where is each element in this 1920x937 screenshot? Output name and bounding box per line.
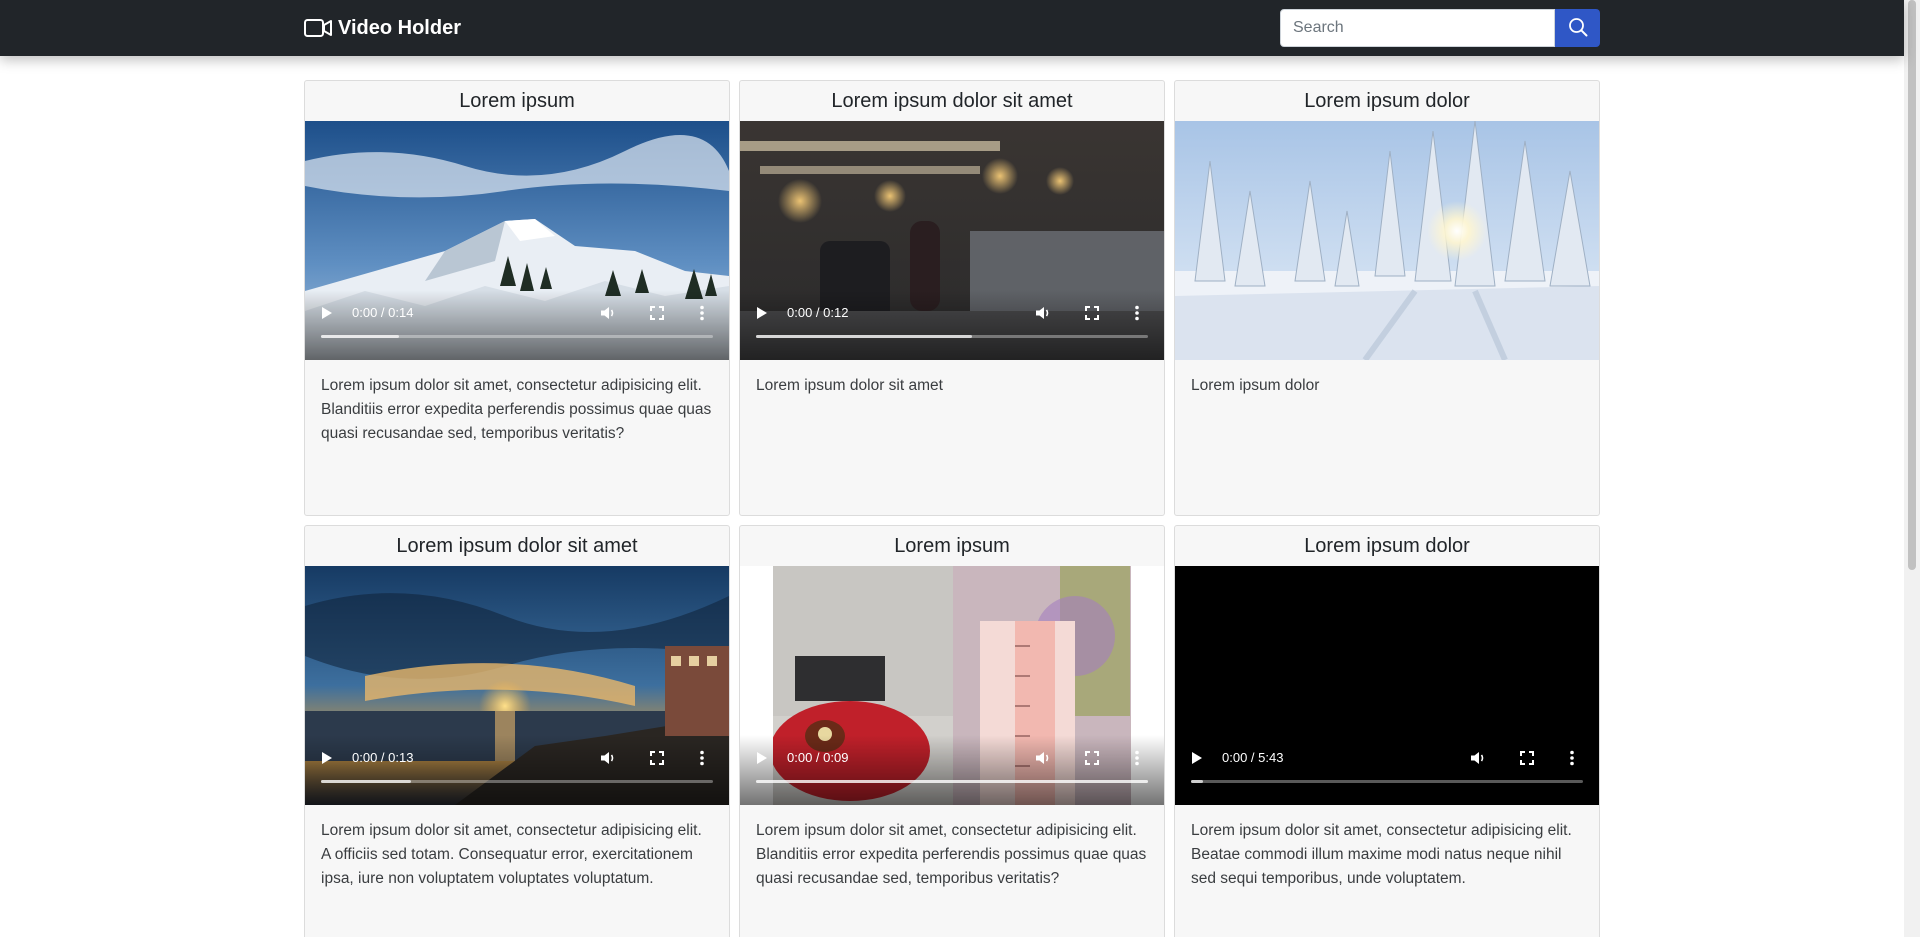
video-card: Lorem ipsum dolor 0:00 / 5:43 Lorem ipsu…: [1174, 525, 1600, 937]
brand-title: Video Holder: [338, 16, 461, 39]
scrollbar-thumb[interactable]: [1908, 0, 1916, 570]
card-description: Lorem ipsum dolor sit amet, consectetur …: [321, 822, 702, 887]
video-progress-bar[interactable]: [1191, 780, 1583, 783]
video-progress-bar[interactable]: [756, 335, 1148, 338]
video-controls: 0:00 / 0:13: [305, 735, 729, 805]
fullscreen-icon[interactable]: [648, 304, 666, 322]
video-time: 0:00 / 0:09: [787, 750, 849, 765]
top-navbar: Video Holder: [0, 0, 1904, 56]
play-icon[interactable]: [754, 304, 770, 322]
play-icon[interactable]: [754, 749, 770, 767]
page-scrollbar[interactable]: [1904, 0, 1920, 937]
video-card: Lorem ipsum dolor sit amet: [739, 80, 1165, 516]
card-title: Lorem ipsum dolor sit amet: [831, 90, 1073, 112]
video-controls: 0:00 / 5:43: [1175, 735, 1599, 805]
volume-icon[interactable]: [599, 749, 617, 767]
brand-link[interactable]: Video Holder: [304, 16, 461, 40]
card-description: Lorem ipsum dolor: [1191, 377, 1320, 394]
video-player[interactable]: [1175, 121, 1599, 360]
video-progress-bar[interactable]: [321, 780, 713, 783]
more-options-icon[interactable]: [1567, 749, 1577, 767]
video-time: 0:00 / 0:12: [787, 305, 849, 320]
play-icon[interactable]: [319, 304, 335, 322]
video-time: 0:00 / 0:14: [352, 305, 414, 320]
card-description: Lorem ipsum dolor sit amet: [756, 377, 943, 394]
fullscreen-icon[interactable]: [1083, 304, 1101, 322]
search-button[interactable]: [1555, 9, 1600, 47]
card-title: Lorem ipsum dolor: [1304, 90, 1470, 112]
volume-icon[interactable]: [1034, 304, 1052, 322]
more-options-icon[interactable]: [1132, 304, 1142, 322]
video-player[interactable]: 0:00 / 5:43: [1175, 566, 1599, 805]
video-controls: 0:00 / 0:09: [740, 735, 1164, 805]
video-player[interactable]: 0:00 / 0:09: [740, 566, 1164, 805]
video-card: Lorem ipsum dolor sit amet: [304, 525, 730, 937]
card-title: Lorem ipsum: [459, 90, 575, 112]
video-card: Lorem ipsum dolor Lorem ipsum dolor: [1174, 80, 1600, 516]
video-thumbnail-snow-forest: [1175, 121, 1599, 360]
video-card: Lorem ipsum: [304, 80, 730, 516]
volume-icon[interactable]: [1034, 749, 1052, 767]
video-controls: 0:00 / 0:12: [740, 290, 1164, 360]
play-icon[interactable]: [1189, 749, 1205, 767]
video-card: Lorem ipsum: [739, 525, 1165, 937]
progress-buffered: [321, 780, 412, 783]
play-icon[interactable]: [319, 749, 335, 767]
fullscreen-icon[interactable]: [1083, 749, 1101, 767]
more-options-icon[interactable]: [697, 749, 707, 767]
volume-icon[interactable]: [599, 304, 617, 322]
progress-buffered: [756, 335, 972, 338]
video-time: 0:00 / 0:13: [352, 750, 414, 765]
card-title: Lorem ipsum dolor: [1304, 535, 1470, 557]
card-description: Lorem ipsum dolor sit amet, consectetur …: [756, 822, 1147, 887]
video-camera-icon: [304, 18, 332, 38]
fullscreen-icon[interactable]: [1518, 749, 1536, 767]
card-description: Lorem ipsum dolor sit amet, consectetur …: [321, 377, 712, 442]
video-player[interactable]: 0:00 / 0:13: [305, 566, 729, 805]
progress-buffered: [1191, 780, 1203, 783]
fullscreen-icon[interactable]: [648, 749, 666, 767]
more-options-icon[interactable]: [697, 304, 707, 322]
video-player[interactable]: 0:00 / 0:12: [740, 121, 1164, 360]
video-grid: Lorem ipsum 0:00 / 0:14 Lorem ipsum dolo…: [304, 80, 1600, 937]
video-player[interactable]: 0:00 / 0:14: [305, 121, 729, 360]
search-form: [1280, 9, 1600, 47]
video-progress-bar[interactable]: [321, 335, 713, 338]
video-progress-bar[interactable]: [756, 780, 1148, 783]
search-input[interactable]: [1280, 9, 1555, 47]
video-controls: 0:00 / 0:14: [305, 290, 729, 360]
card-description: Lorem ipsum dolor sit amet, consectetur …: [1191, 822, 1572, 887]
search-icon: [1568, 17, 1588, 40]
card-title: Lorem ipsum: [894, 535, 1010, 557]
more-options-icon[interactable]: [1132, 749, 1142, 767]
progress-buffered: [756, 780, 1148, 783]
video-time: 0:00 / 5:43: [1222, 750, 1284, 765]
card-title: Lorem ipsum dolor sit amet: [396, 535, 638, 557]
progress-buffered: [321, 335, 400, 338]
volume-icon[interactable]: [1469, 749, 1487, 767]
